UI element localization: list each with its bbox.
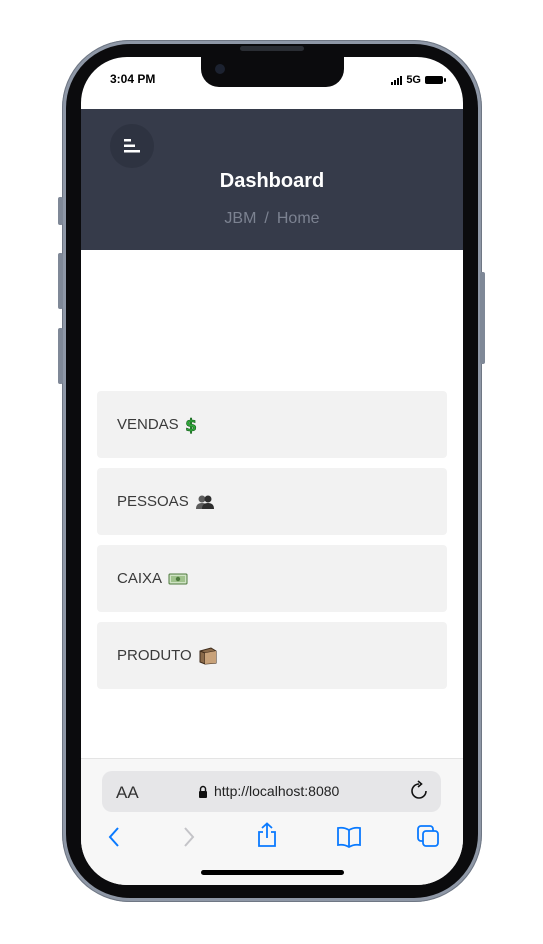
card-label: PRODUTO	[117, 647, 192, 664]
notch	[201, 57, 344, 87]
silent-switch	[58, 197, 63, 225]
page-header: Dashboard JBM / Home	[81, 109, 463, 250]
menu-button[interactable]	[110, 124, 154, 168]
menu-icon	[124, 139, 140, 153]
card-vendas[interactable]: VENDAS $	[97, 391, 447, 458]
address-bar[interactable]: AA http://localhost:8080	[102, 771, 441, 812]
package-icon	[198, 646, 218, 665]
breadcrumb-item-home[interactable]: Home	[277, 210, 320, 227]
svg-text:$: $	[185, 416, 197, 434]
tabs-icon[interactable]	[416, 824, 440, 848]
card-label: PESSOAS	[117, 493, 189, 510]
forward-icon[interactable]	[182, 826, 196, 848]
breadcrumb: JBM / Home	[81, 210, 463, 228]
speaker-grille	[240, 46, 304, 51]
main-content: VENDAS $ PESSOAS CAIXA PRODUTO	[81, 250, 463, 758]
back-icon[interactable]	[107, 826, 121, 848]
signal-icon	[391, 75, 403, 85]
card-label: CAIXA	[117, 570, 163, 587]
volume-up-button	[58, 253, 63, 309]
reader-settings-button[interactable]: AA	[116, 783, 139, 803]
url-display[interactable]: http://localhost:8080	[198, 783, 339, 799]
cash-icon	[168, 572, 188, 586]
card-caixa[interactable]: CAIXA	[97, 545, 447, 612]
reload-icon[interactable]	[409, 780, 429, 802]
browser-bar: AA http://localhost:8080	[81, 758, 463, 885]
card-pessoas[interactable]: PESSOAS	[97, 468, 447, 535]
people-icon	[195, 494, 215, 510]
lock-icon	[199, 785, 207, 798]
bookmarks-icon[interactable]	[336, 826, 362, 848]
front-camera	[215, 64, 225, 74]
share-icon[interactable]	[256, 822, 278, 848]
dollar-sign-icon: $	[185, 416, 197, 434]
card-label: VENDAS	[117, 416, 179, 433]
page-title: Dashboard	[219, 170, 325, 192]
breadcrumb-item-jbm[interactable]: JBM	[224, 210, 256, 227]
power-button	[480, 272, 485, 364]
status-time: 3:04 PM	[110, 72, 156, 86]
screen: 3:04 PM 5G Dashboard JBM / Home VENDAS $…	[81, 57, 463, 885]
status-indicators: 5G	[391, 74, 446, 86]
breadcrumb-separator: /	[264, 210, 269, 227]
network-label: 5G	[406, 74, 421, 86]
volume-down-button	[58, 328, 63, 384]
home-indicator[interactable]	[201, 870, 344, 875]
card-produto[interactable]: PRODUTO	[97, 622, 447, 689]
url-text: http://localhost:8080	[214, 783, 340, 799]
battery-icon	[425, 76, 446, 84]
